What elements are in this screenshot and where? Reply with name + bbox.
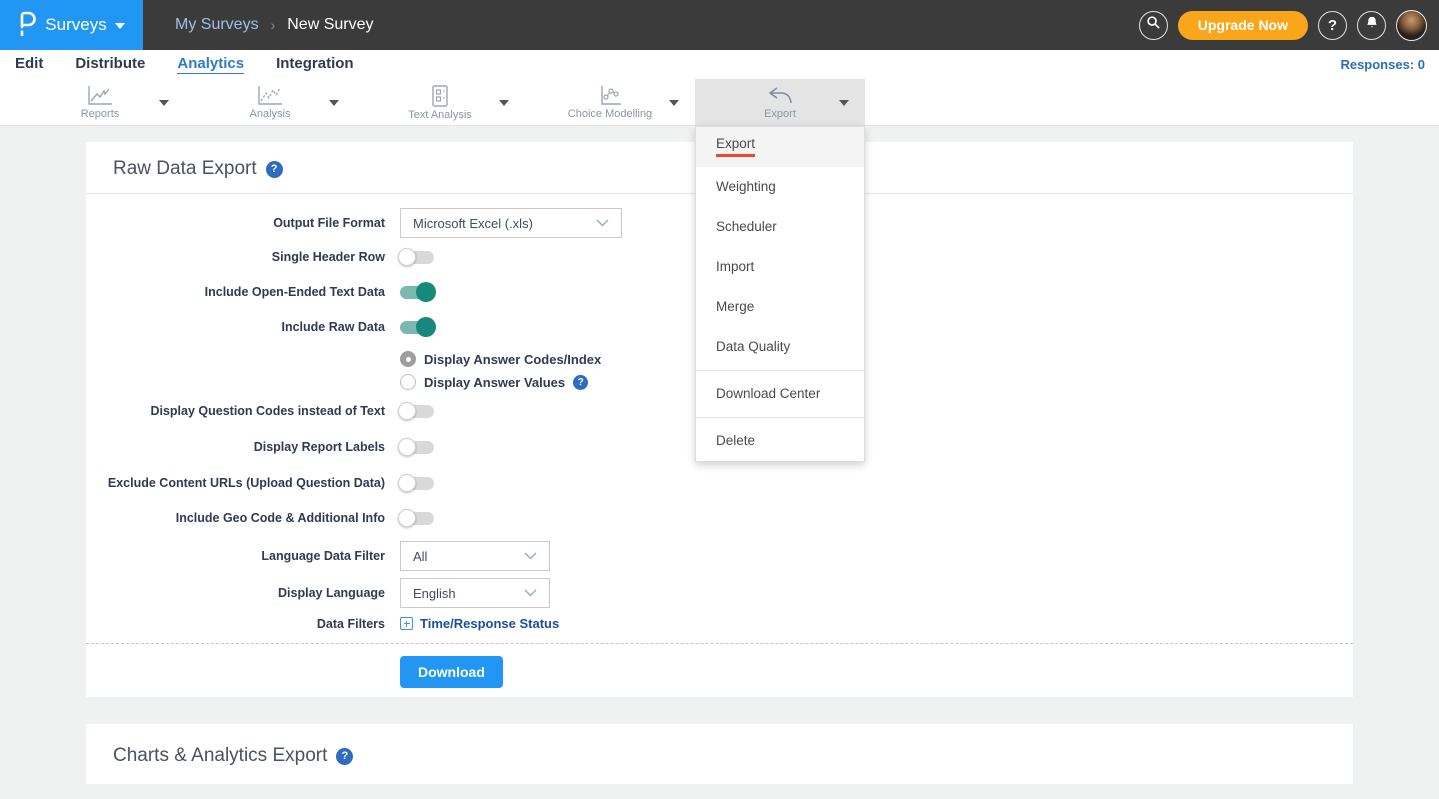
single-header-row-toggle[interactable] [400, 251, 434, 264]
toolbar-reports-label: Reports [81, 108, 120, 120]
display-language-select[interactable]: English [400, 578, 550, 608]
topbar-actions: Upgrade Now ? [1139, 0, 1427, 50]
survey-nav: Edit Distribute Analytics Integration Re… [0, 50, 1439, 79]
menu-divider [696, 370, 864, 371]
analysis-chart-icon [255, 85, 285, 107]
chevron-down-icon [524, 552, 537, 560]
search-icon [1146, 15, 1161, 35]
questionpro-logo-icon [18, 10, 37, 41]
data-filters-label: Data Filters [86, 617, 385, 631]
language-data-filter-select[interactable]: All [400, 541, 550, 571]
help-icon[interactable]: ? [336, 748, 353, 765]
output-file-format-select[interactable]: Microsoft Excel (.xls) [400, 208, 622, 238]
toolbar-export[interactable]: Export [695, 79, 865, 125]
include-geo-code-label: Include Geo Code & Additional Info [86, 511, 385, 525]
include-open-ended-toggle[interactable] [400, 286, 434, 299]
download-button[interactable]: Download [400, 656, 503, 688]
analytics-toolbar: Reports Analysis [0, 79, 1439, 126]
chevron-down-icon[interactable] [499, 100, 509, 106]
chevron-down-icon[interactable] [159, 100, 169, 106]
export-arrow-icon [766, 85, 794, 107]
exclude-content-urls-toggle[interactable] [400, 477, 434, 490]
product-name: Surveys [45, 15, 106, 35]
answer-values-radio[interactable] [400, 374, 416, 390]
output-file-format-value: Microsoft Excel (.xls) [413, 216, 533, 231]
scatter-chart-icon [597, 85, 623, 107]
menu-item-scheduler[interactable]: Scheduler [696, 207, 864, 247]
report-labels-label: Display Report Labels [86, 440, 385, 454]
notifications-button[interactable] [1357, 11, 1386, 40]
question-codes-label: Display Question Codes instead of Text [86, 404, 385, 418]
language-data-filter-value: All [413, 549, 427, 564]
toolbar-reports[interactable]: Reports [15, 79, 185, 125]
menu-item-export-label: Export [716, 136, 755, 157]
time-response-status-link[interactable]: Time/Response Status [400, 616, 559, 631]
report-labels-toggle[interactable] [400, 441, 434, 454]
raw-data-export-title: Raw Data Export [113, 158, 257, 180]
search-button[interactable] [1139, 11, 1168, 40]
toolbar-text-analysis[interactable]: Text Analysis [355, 79, 525, 125]
toolbar-text-analysis-label: Text Analysis [408, 109, 472, 121]
text-document-icon [428, 84, 452, 108]
charts-analytics-export-title: Charts & Analytics Export [113, 745, 327, 767]
export-dropdown-menu: Export Weighting Scheduler Import Merge … [695, 126, 865, 462]
tab-distribute[interactable]: Distribute [75, 55, 145, 74]
answer-codes-radio-label[interactable]: Display Answer Codes/Index [424, 352, 601, 367]
help-icon[interactable]: ? [573, 375, 588, 390]
help-icon[interactable]: ? [266, 161, 283, 178]
help-button[interactable]: ? [1318, 11, 1347, 40]
time-response-status-label: Time/Response Status [420, 616, 559, 631]
menu-item-merge[interactable]: Merge [696, 287, 864, 327]
menu-item-weighting[interactable]: Weighting [696, 167, 864, 207]
toolbar-analysis[interactable]: Analysis [185, 79, 355, 125]
chevron-down-icon [524, 589, 537, 597]
display-language-label: Display Language [86, 586, 385, 600]
charts-analytics-export-panel: Charts & Analytics Export ? [86, 724, 1353, 784]
breadcrumb-current-survey: New Survey [287, 16, 373, 34]
answer-values-radio-label[interactable]: Display Answer Values [424, 375, 565, 390]
include-geo-code-toggle[interactable] [400, 512, 434, 525]
menu-item-download-center[interactable]: Download Center [696, 374, 864, 414]
toolbar-choice-modelling[interactable]: Choice Modelling [525, 79, 695, 125]
menu-item-import[interactable]: Import [696, 247, 864, 287]
line-chart-icon [85, 85, 115, 107]
breadcrumb: My Surveys › New Survey [175, 16, 374, 34]
chevron-down-icon [596, 219, 609, 227]
chevron-down-icon[interactable] [329, 100, 339, 106]
plus-square-icon [400, 617, 413, 630]
single-header-row-label: Single Header Row [86, 250, 385, 264]
chevron-down-icon [115, 23, 125, 29]
topbar: Surveys My Surveys › New Survey Upgrade … [0, 0, 1439, 50]
tab-analytics[interactable]: Analytics [177, 55, 244, 74]
language-data-filter-label: Language Data Filter [86, 549, 385, 563]
bell-icon [1365, 15, 1379, 35]
include-raw-data-label: Include Raw Data [86, 320, 385, 334]
menu-item-delete[interactable]: Delete [696, 421, 864, 461]
menu-item-data-quality[interactable]: Data Quality [696, 327, 864, 367]
tab-integration[interactable]: Integration [276, 55, 354, 74]
responses-count: Responses: 0 [1340, 57, 1425, 72]
chevron-down-icon[interactable] [669, 100, 679, 106]
answer-codes-radio[interactable] [400, 351, 416, 367]
tab-edit[interactable]: Edit [15, 55, 43, 74]
user-avatar[interactable] [1396, 10, 1427, 41]
output-file-format-label: Output File Format [86, 216, 385, 230]
menu-divider [696, 417, 864, 418]
exclude-content-urls-label: Exclude Content URLs (Upload Question Da… [86, 476, 385, 490]
breadcrumb-my-surveys[interactable]: My Surveys [175, 16, 259, 34]
include-open-ended-label: Include Open-Ended Text Data [86, 285, 385, 299]
product-switcher[interactable]: Surveys [0, 0, 143, 50]
toolbar-analysis-label: Analysis [250, 108, 291, 120]
include-raw-data-toggle[interactable] [400, 321, 434, 334]
menu-item-export[interactable]: Export [696, 127, 864, 167]
upgrade-now-button[interactable]: Upgrade Now [1178, 11, 1308, 40]
toolbar-choice-modelling-label: Choice Modelling [568, 108, 652, 120]
toolbar-export-label: Export [764, 108, 796, 120]
display-language-value: English [413, 586, 456, 601]
question-codes-toggle[interactable] [400, 405, 434, 418]
breadcrumb-separator: › [271, 17, 276, 33]
chevron-down-icon[interactable] [839, 100, 849, 106]
question-mark-icon: ? [1328, 17, 1337, 34]
